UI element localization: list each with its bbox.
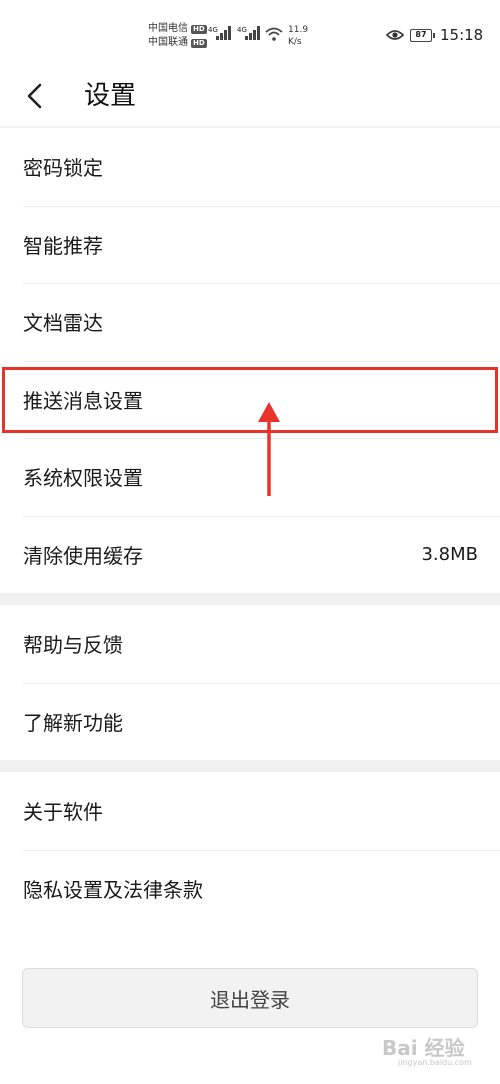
setting-item-label: 文档雷达: [23, 311, 103, 336]
settings-page: 中国电信 HD 中国联通 HD 4G 4G 11.9 K/s 87 15:18 …: [0, 0, 500, 1084]
signal-icon-1: [216, 26, 231, 40]
watermark-url: jingyan.baidu.com: [398, 1058, 472, 1067]
setting-item-new-features[interactable]: 了解新功能: [0, 682, 500, 761]
setting-item-document-radar[interactable]: 文档雷达: [0, 283, 500, 361]
logout-button[interactable]: 退出登录: [22, 968, 478, 1028]
section-gap: [0, 760, 500, 772]
page-title: 设置: [84, 81, 137, 111]
back-arrow-icon[interactable]: [22, 82, 50, 110]
setting-item-label: 智能推荐: [23, 233, 103, 258]
setting-item-label: 了解新功能: [23, 710, 123, 735]
setting-item-privacy-legal[interactable]: 隐私设置及法律条款: [0, 849, 500, 928]
setting-item-label: 清除使用缓存: [23, 543, 143, 568]
section-gap: [0, 593, 500, 605]
setting-item-label: 隐私设置及法律条款: [23, 877, 203, 902]
up-arrow-annotation-icon: [258, 402, 280, 496]
setting-item-help-feedback[interactable]: 帮助与反馈: [0, 605, 500, 683]
title-bar: 设置: [0, 72, 500, 128]
carrier-info: 中国电信 HD 中国联通 HD: [148, 22, 207, 50]
setting-item-clear-cache[interactable]: 清除使用缓存 3.8MB: [0, 515, 500, 594]
status-bar: 中国电信 HD 中国联通 HD 4G 4G 11.9 K/s 87 15:18: [0, 0, 500, 72]
settings-section-2: 帮助与反馈 了解新功能: [0, 605, 500, 760]
setting-item-label: 帮助与反馈: [23, 633, 123, 658]
carrier-1: 中国电信: [148, 23, 188, 34]
settings-section-1: 密码锁定 智能推荐 文档雷达 推送消息设置 系统权限设置 清除使用缓存 3.8M…: [0, 128, 500, 593]
signal-icon-2: [245, 26, 260, 40]
setting-item-label: 系统权限设置: [23, 466, 143, 491]
cache-size-value: 3.8MB: [421, 543, 478, 565]
hd-badge-1: HD: [191, 24, 207, 34]
carrier-2: 中国联通: [148, 37, 188, 48]
speed-unit: K/s: [288, 37, 302, 47]
setting-item-about[interactable]: 关于软件: [0, 772, 500, 850]
speed-value: 11.9: [288, 25, 309, 35]
watermark-logo: Bai 经验: [382, 1036, 465, 1060]
battery-indicator: 87: [410, 29, 435, 42]
settings-section-3: 关于软件 隐私设置及法律条款: [0, 772, 500, 927]
hd-badge-2: HD: [191, 38, 207, 48]
eye-icon: [386, 30, 404, 40]
setting-item-smart-recommend[interactable]: 智能推荐: [0, 205, 500, 284]
network-speed: 11.9 K/s: [288, 24, 308, 48]
setting-item-label: 密码锁定: [23, 156, 103, 181]
setting-item-label: 关于软件: [23, 800, 103, 825]
highlight-box: [2, 367, 498, 433]
clock: 15:18: [440, 26, 484, 44]
wifi-icon: [265, 27, 283, 41]
setting-item-password-lock[interactable]: 密码锁定: [0, 128, 500, 206]
setting-item-system-permissions[interactable]: 系统权限设置: [0, 438, 500, 516]
